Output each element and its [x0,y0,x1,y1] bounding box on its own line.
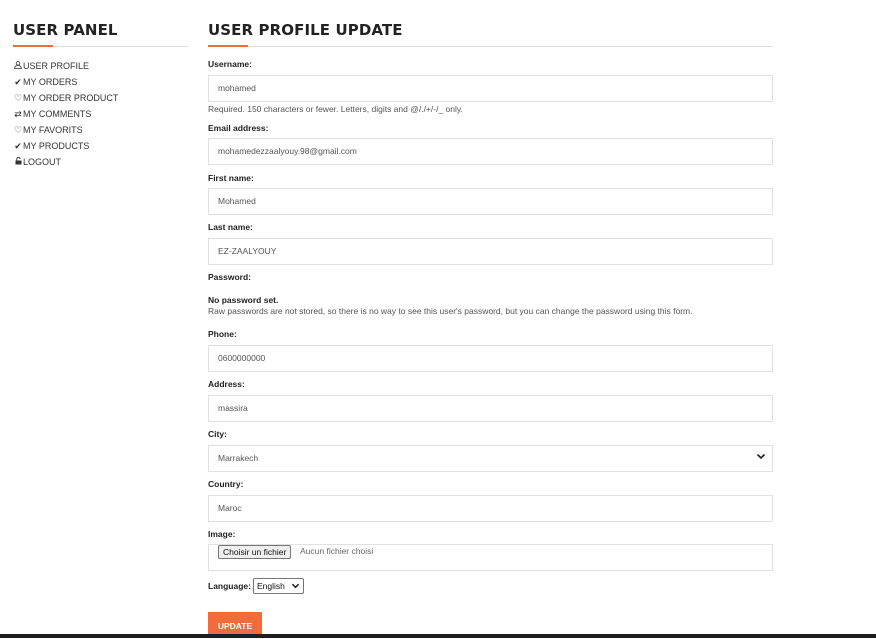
country-label: Country: [208,479,244,489]
address-label: Address: [208,379,245,389]
heart-icon: ♡ [13,93,23,103]
last-name-field[interactable]: EZ-ZAALYOUY [208,238,773,265]
sidebar-item-label: MY PRODUCTS [23,141,90,151]
city-select[interactable]: Marrakech [208,445,773,472]
user-panel-sidebar: USER PANEL USER PROFILE ✔MY ORDERS ♡MY O… [13,20,188,170]
sidebar-item-my-comments[interactable]: ⇄MY COMMENTS [13,106,188,122]
sidebar-item-my-orders[interactable]: ✔MY ORDERS [13,74,188,90]
check-icon: ✔ [14,141,22,151]
divider-accent [13,45,53,47]
language-group: Language: English [208,578,304,594]
sidebar-item-my-products[interactable]: ✔MY PRODUCTS [13,138,188,154]
file-status-text: Aucun fichier choisi [300,546,374,556]
page-title: USER PROFILE UPDATE [208,21,403,39]
choose-file-button[interactable]: Choisir un fichier [218,545,292,559]
heart-icon: ♡ [13,125,23,135]
sidebar-item-label: USER PROFILE [23,61,90,71]
profile-update-form: USER PROFILE UPDATE Username: mohamed Re… [208,20,773,638]
first-name-field[interactable]: Mohamed [208,188,773,215]
username-group: Username: [208,58,252,70]
sidebar-item-user-profile[interactable]: USER PROFILE [13,58,188,74]
sidebar-menu: USER PROFILE ✔MY ORDERS ♡MY ORDER PRODUC… [13,58,188,170]
divider-accent [208,45,248,47]
language-label: Language: [208,581,251,591]
phone-label: Phone: [208,329,237,339]
page-title-divider [208,40,773,48]
sidebar-item-label: MY ORDER PRODUCT [23,93,119,103]
email-field[interactable]: mohamedezzaalyouy.98@gmail.com [208,138,773,165]
password-label: Password: [208,272,251,282]
username-help-text: Required. 150 characters or fewer. Lette… [208,104,463,114]
chevron-down-icon [291,581,300,592]
password-help-text: Raw passwords are not stored, so there i… [208,306,693,316]
exchange-icon: ⇄ [14,109,22,119]
city-select-value: Marrakech [208,445,773,472]
first-name-label: First name: [208,173,254,183]
check-icon: ✔ [14,77,22,87]
password-status: No password set. [208,295,279,305]
sidebar-item-label: MY FAVORITS [23,125,83,135]
image-label: Image: [208,529,236,539]
sidebar-item-label: MY ORDERS [23,77,78,87]
image-file-input: Choisir un fichier Aucun fichier choisi [208,544,773,571]
lock-icon [13,154,23,170]
address-field[interactable]: massira [208,395,773,422]
chevron-down-icon [756,451,766,464]
last-name-label: Last name: [208,222,253,232]
sidebar-item-label: LOGOUT [23,157,62,167]
language-select-value: English [256,581,285,591]
email-label: Email address: [208,123,269,133]
city-label: City: [208,429,227,439]
username-label: Username: [208,59,252,69]
page-bottom-bar [0,634,876,638]
username-field[interactable]: mohamed [208,75,773,102]
phone-field[interactable]: 0600000000 [208,345,773,372]
sidebar-title: USER PANEL [13,21,118,39]
sidebar-item-label: MY COMMENTS [23,109,92,119]
sidebar-title-divider [13,40,188,48]
user-icon [13,58,23,74]
sidebar-item-my-favorits[interactable]: ♡MY FAVORITS [13,122,188,138]
sidebar-item-my-order-product[interactable]: ♡MY ORDER PRODUCT [13,90,188,106]
language-select[interactable]: English [252,578,304,594]
divider-line [208,46,773,47]
country-field[interactable]: Maroc [208,495,773,522]
sidebar-item-logout[interactable]: LOGOUT [13,154,188,170]
